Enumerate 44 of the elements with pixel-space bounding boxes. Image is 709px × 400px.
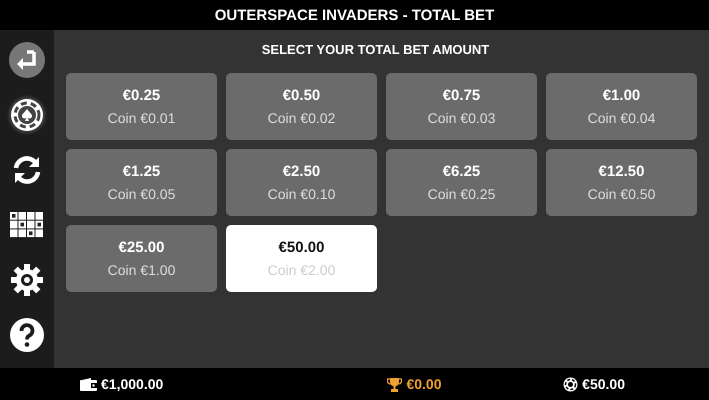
bet-option[interactable]: €0.50 Coin €0.02 [226,73,377,140]
poker-chip-icon [563,376,578,392]
wallet-icon [80,378,97,390]
coin-value: Coin €0.02 [268,110,336,126]
wallet-amount: €1,000.00 [101,376,164,392]
bet-amount: €12.50 [598,163,644,180]
coin-value: Coin €1.00 [108,262,176,278]
panel-heading: SELECT YOUR TOTAL BET AMOUNT [260,42,490,57]
help-button[interactable] [7,315,47,355]
coin-value: Coin €0.04 [588,110,656,126]
bet-amount: €1.25 [122,163,160,180]
bet-option[interactable]: €0.75 Coin €0.03 [386,73,537,140]
bet-amount: €2.50 [282,163,320,180]
bet-amount: €0.25 [122,87,160,104]
bet-option[interactable]: €6.25 Coin €0.25 [386,149,537,216]
back-button[interactable] [7,40,47,80]
chip-button[interactable] [7,95,47,135]
bet-amount: €50.00 [278,239,324,256]
poker-chip-icon [10,98,44,132]
bet-amount: €6.25 [442,163,480,180]
coin-value: Coin €0.50 [588,186,656,202]
bet-amount: €1.00 [602,87,640,104]
window-title: OUTERSPACE INVADERS - TOTAL BET [214,6,494,24]
settings-icon [10,263,44,297]
trophy-amount: €0.00 [406,376,442,392]
trophy-icon [387,376,402,392]
coin-value: Coin €0.01 [108,110,176,126]
coin-value: Coin €0.03 [428,110,496,126]
bet-option[interactable]: €0.25 Coin €0.01 [66,73,217,140]
help-icon [10,318,44,352]
coin-value: Coin €0.25 [428,186,496,202]
bet-option[interactable]: €2.50 Coin €0.10 [226,149,377,216]
coin-value: Coin €0.10 [268,186,336,202]
bet-amount: €0.75 [442,87,480,104]
bet-amount: €25.00 [118,239,164,256]
refresh-icon [11,154,43,186]
bet-amount: €0.50 [282,87,320,104]
bet-option[interactable]: €12.50 Coin €0.50 [546,149,697,216]
bet-option[interactable]: €25.00 Coin €1.00 [66,225,217,292]
bet-option[interactable]: €1.25 Coin €0.05 [66,149,217,216]
grid-icon [10,212,44,238]
coin-value: Coin €0.05 [108,186,176,202]
bet-option[interactable]: €1.00 Coin €0.04 [546,73,697,140]
chip-amount: €50.00 [582,376,625,392]
